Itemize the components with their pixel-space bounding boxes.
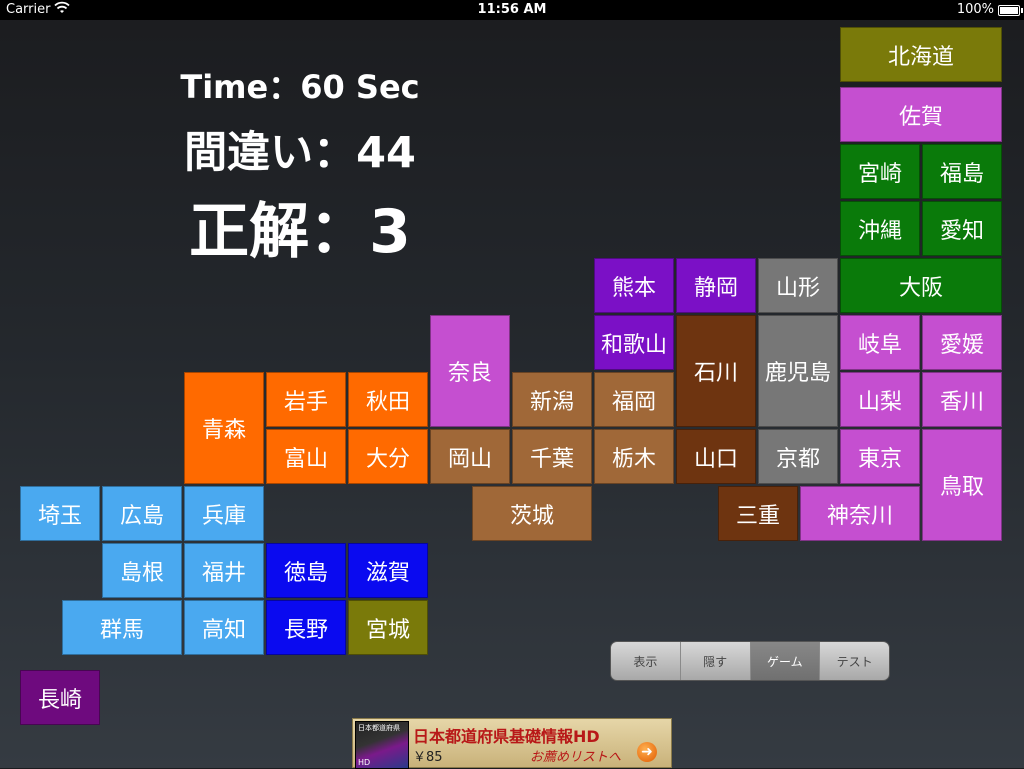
mode-test-button[interactable]: テスト xyxy=(820,642,889,680)
tile-nara[interactable]: 奈良 xyxy=(430,315,510,427)
tile-aomori[interactable]: 青森 xyxy=(184,372,264,484)
tile-hiroshima[interactable]: 広島 xyxy=(102,486,182,541)
tile-mie[interactable]: 三重 xyxy=(718,486,798,541)
ad-title: 日本都道府県基礎情報HD xyxy=(413,727,600,746)
tile-saitama[interactable]: 埼玉 xyxy=(20,486,100,541)
tile-akita[interactable]: 秋田 xyxy=(348,372,428,427)
tile-tottori[interactable]: 鳥取 xyxy=(922,429,1002,541)
tile-gunma[interactable]: 群馬 xyxy=(62,600,182,655)
tile-hyogo[interactable]: 兵庫 xyxy=(184,486,264,541)
tile-ibaraki[interactable]: 茨城 xyxy=(472,486,592,541)
tile-kyoto[interactable]: 京都 xyxy=(758,429,838,484)
ad-banner[interactable]: 日本都道府県 HD 日本都道府県基礎情報HD ￥85 お薦めリストへ ➜ xyxy=(352,718,672,769)
tile-fukui[interactable]: 福井 xyxy=(184,543,264,598)
tile-tokyo[interactable]: 東京 xyxy=(840,429,920,484)
time-remaining: Time：60 Sec xyxy=(180,68,420,106)
tile-okinawa[interactable]: 沖縄 xyxy=(840,201,920,256)
tile-iwate[interactable]: 岩手 xyxy=(266,372,346,427)
tile-shimane[interactable]: 島根 xyxy=(102,543,182,598)
mode-hide-button[interactable]: 隠す xyxy=(681,642,751,680)
correct-count: 正解：3 xyxy=(189,197,411,267)
ad-price: ￥85 xyxy=(413,750,443,765)
tile-kanagawa[interactable]: 神奈川 xyxy=(800,486,920,541)
tile-kagoshima[interactable]: 鹿児島 xyxy=(758,315,838,427)
battery-icon xyxy=(998,5,1023,16)
tile-kochi[interactable]: 高知 xyxy=(184,600,264,655)
tile-gifu[interactable]: 岐阜 xyxy=(840,315,920,370)
arrow-right-icon: ➜ xyxy=(637,742,657,762)
tile-yamanashi[interactable]: 山梨 xyxy=(840,372,920,427)
tile-osaka[interactable]: 大阪 xyxy=(840,258,1002,313)
tile-oita[interactable]: 大分 xyxy=(348,429,428,484)
battery-percent: 100% xyxy=(956,2,994,17)
tile-nagasaki[interactable]: 長崎 xyxy=(20,670,100,725)
tile-tokushima[interactable]: 徳島 xyxy=(266,543,346,598)
tile-ishikawa[interactable]: 石川 xyxy=(676,315,756,427)
mistake-count: 間違い：44 xyxy=(184,128,416,178)
ad-app-thumbnail: 日本都道府県 HD xyxy=(355,721,409,769)
mode-segmented-control: 表示 隠す ゲーム テスト xyxy=(610,641,890,681)
tile-nagano[interactable]: 長野 xyxy=(266,600,346,655)
mode-show-button[interactable]: 表示 xyxy=(611,642,681,680)
tile-aichi[interactable]: 愛知 xyxy=(922,201,1002,256)
tile-niigata[interactable]: 新潟 xyxy=(512,372,592,427)
tile-okayama[interactable]: 岡山 xyxy=(430,429,510,484)
tile-ehime[interactable]: 愛媛 xyxy=(922,315,1002,370)
tile-chiba[interactable]: 千葉 xyxy=(512,429,592,484)
tile-toyama[interactable]: 富山 xyxy=(266,429,346,484)
tile-kumamoto[interactable]: 熊本 xyxy=(594,258,674,313)
tile-kagawa[interactable]: 香川 xyxy=(922,372,1002,427)
mode-game-button[interactable]: ゲーム xyxy=(750,642,821,680)
tile-shizuoka[interactable]: 静岡 xyxy=(676,258,756,313)
tile-fukushima[interactable]: 福島 xyxy=(922,144,1002,199)
tile-yamagata[interactable]: 山形 xyxy=(758,258,838,313)
tile-fukuoka[interactable]: 福岡 xyxy=(594,372,674,427)
tile-miyagi[interactable]: 宮城 xyxy=(348,600,428,655)
tile-wakayama[interactable]: 和歌山 xyxy=(594,315,674,370)
clock: 11:56 AM xyxy=(477,2,547,17)
status-bar: Carrier 11:56 AM 100% xyxy=(0,0,1024,20)
ad-cta: お薦めリストへ xyxy=(530,750,622,765)
ad-thumb-title: 日本都道府県 xyxy=(358,724,400,732)
tile-tochigi[interactable]: 栃木 xyxy=(594,429,674,484)
tile-hokkaido[interactable]: 北海道 xyxy=(840,27,1002,82)
tile-saga[interactable]: 佐賀 xyxy=(840,87,1002,142)
ad-thumb-hd: HD xyxy=(358,758,371,767)
tile-shiga[interactable]: 滋賀 xyxy=(348,543,428,598)
tile-miyazaki[interactable]: 宮崎 xyxy=(840,144,920,199)
tile-yamaguchi[interactable]: 山口 xyxy=(676,429,756,484)
